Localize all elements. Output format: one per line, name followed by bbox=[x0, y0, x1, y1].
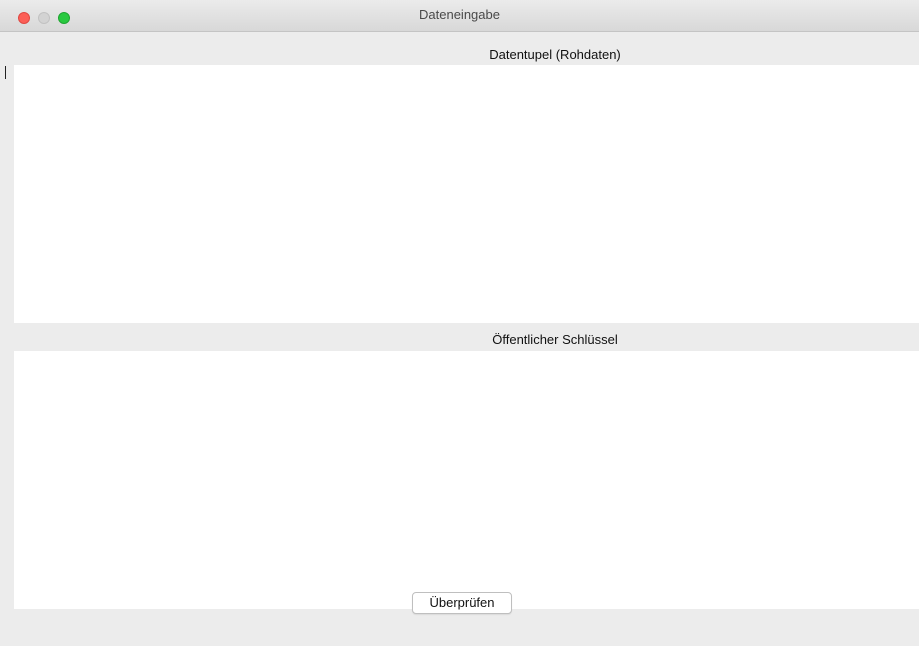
title-bar: Dateneingabe bbox=[0, 0, 919, 32]
app-window: Dateneingabe Datentupel (Rohdaten) Öffen… bbox=[0, 0, 919, 646]
public-key-textarea[interactable] bbox=[14, 351, 919, 609]
public-key-label: Öffentlicher Schlüssel bbox=[492, 332, 618, 347]
main-content: Datentupel (Rohdaten) Öffentlicher Schlü… bbox=[10, 32, 919, 646]
raw-data-textarea[interactable] bbox=[14, 65, 919, 323]
text-caret bbox=[5, 66, 6, 79]
verify-button[interactable]: Überprüfen bbox=[412, 592, 512, 614]
window-title: Dateneingabe bbox=[419, 7, 500, 22]
raw-data-label: Datentupel (Rohdaten) bbox=[489, 47, 621, 62]
